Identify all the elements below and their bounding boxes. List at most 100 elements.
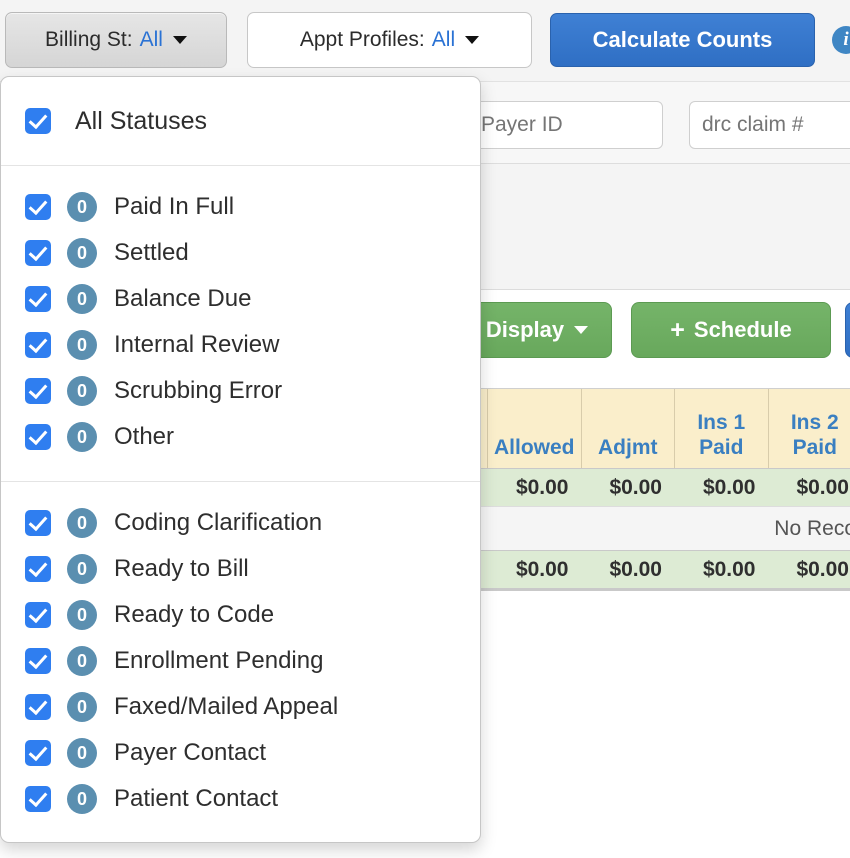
- count-badge: 0: [67, 330, 97, 360]
- appt-profiles-filter-button[interactable]: Appt Profiles: All: [247, 12, 532, 68]
- dropdown-group-primary: 0 Paid In Full 0 Settled 0 Balance Due 0…: [1, 166, 480, 460]
- billing-status-dropdown-menu: All Statuses 0 Paid In Full 0 Settled 0 …: [0, 76, 481, 843]
- claims-table: Allowed Adjmt Ins 1 Paid Ins 2 Paid $0.0…: [462, 388, 850, 591]
- table-header-line2: Paid: [699, 436, 744, 460]
- table-header-row: Allowed Adjmt Ins 1 Paid Ins 2 Paid: [462, 388, 850, 468]
- table-header-line2: Paid: [792, 436, 837, 460]
- dropdown-item-internal-review[interactable]: 0 Internal Review: [1, 322, 480, 368]
- dropdown-item-label: Ready to Bill: [114, 555, 249, 582]
- dropdown-item-label: Internal Review: [114, 331, 280, 358]
- billing-status-filter-value: All: [139, 28, 163, 51]
- count-badge: 0: [67, 376, 97, 406]
- dropdown-item-coding-clarification[interactable]: 0 Coding Clarification: [1, 500, 480, 546]
- table-no-records-row: No Reco: [462, 506, 850, 550]
- display-dropdown-button[interactable]: Display: [462, 302, 612, 358]
- checkbox-checked-icon[interactable]: [25, 602, 51, 628]
- table-header-ins1-paid[interactable]: Ins 1 Paid: [675, 389, 769, 468]
- dropdown-item-enrollment-pending[interactable]: 0 Enrollment Pending: [1, 638, 480, 684]
- table-cell: $0.00: [609, 475, 662, 499]
- table-summary-row-bottom: $0.00 $0.00 $0.00 $0.00: [462, 550, 850, 588]
- checkbox-checked-icon[interactable]: [25, 786, 51, 812]
- appt-profiles-filter-value: All: [431, 28, 456, 51]
- dropdown-item-label: Coding Clarification: [114, 509, 323, 536]
- dropdown-item-settled[interactable]: 0 Settled: [1, 230, 480, 276]
- checkbox-checked-icon[interactable]: [25, 648, 51, 674]
- checkbox-checked-icon[interactable]: [25, 108, 51, 134]
- count-badge: 0: [67, 600, 97, 630]
- table-cell: $0.00: [515, 475, 569, 499]
- dropdown-item-ready-to-code[interactable]: 0 Ready to Code: [1, 592, 480, 638]
- dropdown-item-label: All Statuses: [75, 106, 208, 135]
- count-badge: 0: [67, 284, 97, 314]
- chevron-down-icon: [574, 326, 589, 334]
- app-root: Billing St: All Appt Profiles: All Calcu…: [0, 0, 850, 858]
- table-header-allowed[interactable]: Allowed: [488, 389, 582, 468]
- secondary-action-button[interactable]: [845, 302, 850, 358]
- dropdown-item-label: Faxed/Mailed Appeal: [114, 693, 339, 720]
- claim-number-input[interactable]: [689, 101, 850, 149]
- table-cell: $0.00: [515, 557, 569, 581]
- info-icon-glyph: i: [843, 29, 849, 50]
- billing-status-filter-label: Billing St:: [45, 28, 133, 51]
- dropdown-item-payer-contact[interactable]: 0 Payer Contact: [1, 730, 480, 776]
- checkbox-checked-icon[interactable]: [25, 378, 51, 404]
- no-records-text: No Reco: [774, 516, 850, 540]
- table-cell: $0.00: [609, 557, 662, 581]
- dropdown-item-label: Payer Contact: [114, 739, 267, 766]
- billing-status-filter-button[interactable]: Billing St: All: [5, 12, 227, 68]
- dropdown-item-label: Paid In Full: [114, 193, 235, 220]
- display-label: Display: [485, 317, 565, 342]
- table-cell: $0.00: [796, 557, 849, 581]
- dropdown-item-label: Other: [114, 423, 175, 450]
- dropdown-item-label: Scrubbing Error: [114, 377, 283, 404]
- dropdown-item-scrubbing-error[interactable]: 0 Scrubbing Error: [1, 368, 480, 414]
- count-badge: 0: [67, 738, 97, 768]
- schedule-button[interactable]: + Schedule: [631, 302, 831, 358]
- count-badge: 0: [67, 692, 97, 722]
- checkbox-checked-icon[interactable]: [25, 510, 51, 536]
- chevron-down-icon: [172, 36, 187, 44]
- dropdown-item-other[interactable]: 0 Other: [1, 414, 480, 460]
- checkbox-checked-icon[interactable]: [25, 556, 51, 582]
- dropdown-item-ready-to-bill[interactable]: 0 Ready to Bill: [1, 546, 480, 592]
- checkbox-checked-icon[interactable]: [25, 332, 51, 358]
- dropdown-item-label: Patient Contact: [114, 785, 279, 812]
- table-header-adjmt[interactable]: Adjmt: [582, 389, 675, 468]
- table-header-line2: Allowed: [493, 436, 575, 460]
- checkbox-checked-icon[interactable]: [25, 740, 51, 766]
- dropdown-group-secondary: 0 Coding Clarification 0 Ready to Bill 0…: [1, 482, 480, 822]
- table-header-line2: Adjmt: [598, 436, 658, 460]
- calculate-counts-button[interactable]: Calculate Counts: [550, 13, 815, 67]
- checkbox-checked-icon[interactable]: [25, 694, 51, 720]
- count-badge: 0: [67, 238, 97, 268]
- payer-id-input[interactable]: [468, 101, 663, 149]
- dropdown-item-label: Ready to Code: [114, 601, 275, 628]
- calculate-counts-label: Calculate Counts: [592, 27, 773, 52]
- plus-icon: +: [670, 315, 685, 344]
- appt-profiles-filter-label: Appt Profiles:: [299, 28, 425, 51]
- count-badge: 0: [67, 784, 97, 814]
- checkbox-checked-icon[interactable]: [25, 286, 51, 312]
- count-badge: 0: [67, 554, 97, 584]
- chevron-down-icon: [465, 36, 480, 44]
- table-bottom-rule: [462, 588, 850, 591]
- dropdown-item-balance-due[interactable]: 0 Balance Due: [1, 276, 480, 322]
- checkbox-checked-icon[interactable]: [25, 240, 51, 266]
- count-badge: 0: [67, 508, 97, 538]
- dropdown-item-paid-in-full[interactable]: 0 Paid In Full: [1, 184, 480, 230]
- count-badge: 0: [67, 422, 97, 452]
- checkbox-checked-icon[interactable]: [25, 424, 51, 450]
- schedule-label: Schedule: [693, 317, 792, 342]
- table-summary-row-top: $0.00 $0.00 $0.00 $0.00: [462, 468, 850, 506]
- dropdown-item-faxed-mailed-appeal[interactable]: 0 Faxed/Mailed Appeal: [1, 684, 480, 730]
- table-cell: $0.00: [702, 557, 756, 581]
- count-badge: 0: [67, 646, 97, 676]
- table-header-line1: Ins 2: [790, 410, 839, 434]
- dropdown-item-label: Enrollment Pending: [114, 647, 324, 674]
- table-header-ins2-paid[interactable]: Ins 2 Paid: [769, 389, 850, 468]
- checkbox-checked-icon[interactable]: [25, 194, 51, 220]
- dropdown-item-all-statuses[interactable]: All Statuses: [1, 98, 480, 144]
- table-cell: $0.00: [702, 475, 756, 499]
- count-badge: 0: [67, 192, 97, 222]
- dropdown-item-patient-contact[interactable]: 0 Patient Contact: [1, 776, 480, 822]
